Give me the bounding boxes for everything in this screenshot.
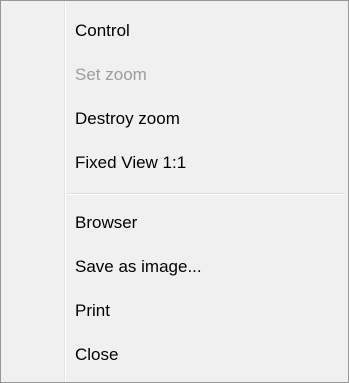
menu-item-print[interactable]: Print bbox=[3, 291, 346, 331]
menu-item-destroy-zoom[interactable]: Destroy zoom bbox=[3, 99, 346, 139]
menu-item-label: Print bbox=[75, 301, 110, 320]
menu-item-label: Destroy zoom bbox=[75, 109, 180, 128]
menu-item-label: Control bbox=[75, 21, 130, 40]
menu-item-control[interactable]: Control bbox=[3, 11, 346, 51]
menu-item-set-zoom: Set zoom bbox=[3, 55, 346, 95]
menu-item-label: Save as image... bbox=[75, 257, 202, 276]
menu-item-save-as-image[interactable]: Save as image... bbox=[3, 247, 346, 287]
menu-separator bbox=[67, 193, 345, 195]
menu-item-label: Close bbox=[75, 345, 119, 364]
menu-item-label: Fixed View 1:1 bbox=[75, 153, 187, 172]
menu-item-fixed-view[interactable]: Fixed View 1:1 bbox=[3, 143, 346, 183]
menu-item-close[interactable]: Close bbox=[3, 335, 346, 375]
menu-item-label: Browser bbox=[75, 213, 138, 232]
menu-item-browser[interactable]: Browser bbox=[3, 203, 346, 243]
menu-item-label: Set zoom bbox=[75, 65, 147, 84]
context-menu: Control Set zoom Destroy zoom Fixed View… bbox=[0, 0, 349, 383]
